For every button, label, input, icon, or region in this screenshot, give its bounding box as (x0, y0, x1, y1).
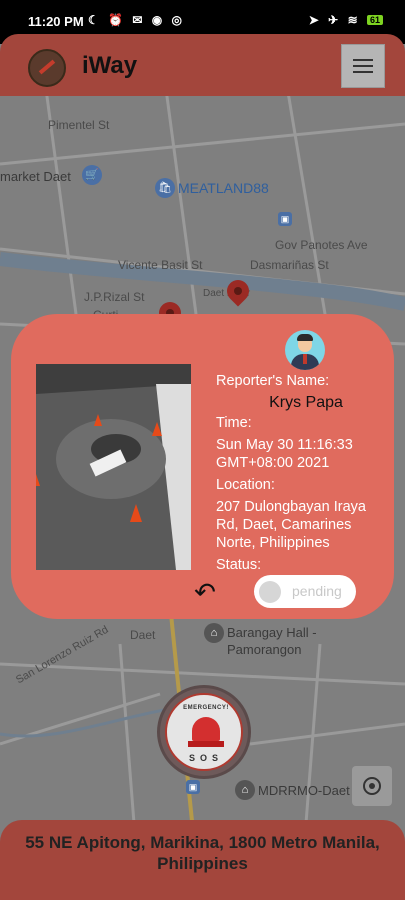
map-label-supermarket: market Daet (0, 169, 71, 184)
hamburger-icon (353, 59, 373, 61)
signal-icons: ➤ ✈ ≋ (308, 13, 361, 27)
status-label: Status: (216, 557, 262, 573)
siren-base (188, 741, 224, 747)
my-location-button[interactable] (352, 766, 392, 806)
battery-icon: 61 (366, 15, 383, 25)
map-label-mdrrmo: MDRRMO-Daet (258, 783, 350, 798)
sos-button[interactable]: EMERGENCY! SOS (160, 688, 248, 776)
map-label-jp-rizal: J.P.Rizal St (84, 290, 145, 304)
reporter-name-label: Reporter's Name: (216, 373, 330, 389)
menu-button[interactable] (341, 44, 385, 88)
system-icons: ➤ ✈ ≋ 61 (309, 13, 383, 27)
location-value: 207 Dulongbayan Iraya Rd, Daet, Camarine… (216, 499, 366, 551)
bottom-address-bar: 55 NE Apitong, Marikina, 1800 Metro Mani… (0, 820, 405, 900)
app-title: iWay (82, 52, 138, 79)
government-building-icon[interactable]: ⌂ (235, 780, 255, 800)
bus-stop-icon[interactable]: ▣ (186, 780, 200, 794)
sos-emergency-text: EMERGENCY! (183, 705, 229, 711)
report-info: Reporter's Name: Krys Papa Time: Sun May… (216, 372, 386, 578)
shopping-bag-icon[interactable]: 🛍 (155, 178, 175, 198)
reporter-avatar (285, 330, 325, 370)
status-value: pending (292, 583, 342, 599)
map-label-pimentel: Pimentel St (48, 118, 110, 132)
status-toggle[interactable]: pending (254, 575, 356, 608)
report-photo[interactable] (36, 364, 191, 570)
bus-stop-icon[interactable]: ▣ (278, 212, 292, 226)
app-logo (28, 49, 66, 87)
time-label: Time: (216, 415, 252, 431)
map-label-vicente-basit: Vicente Basit St (118, 258, 203, 272)
time-value: Sun May 30 11:16:33 GMT+08:00 2021 (216, 437, 353, 471)
crosshair-icon (363, 777, 381, 795)
pothole-photo-image (36, 364, 191, 570)
hamburger-icon (353, 71, 373, 73)
sos-text: SOS (188, 753, 223, 763)
reporter-name: Krys Papa (269, 394, 343, 411)
map-label-dasmarinas: Dasmariñas St (250, 258, 329, 272)
shopping-cart-icon[interactable]: 🛒 (82, 165, 102, 185)
report-card: Reporter's Name: Krys Papa Time: Sun May… (11, 314, 394, 619)
map-label-daet: Daet (130, 628, 156, 642)
map-label-gov-panotes: Gov Panotes Ave (275, 238, 368, 252)
app-bar: iWay (0, 34, 405, 96)
toggle-knob (259, 581, 281, 603)
map-label-meatland: MEATLAND88 (178, 180, 269, 196)
status-time: 11:20 PM (28, 14, 84, 29)
map-label-barangay-hall: Barangay Hall - Pamorangon (227, 625, 317, 657)
hamburger-icon (353, 65, 373, 67)
government-building-icon[interactable]: ⌂ (204, 623, 224, 643)
location-label: Location: (216, 477, 275, 493)
back-arrow-icon[interactable]: ↶ (189, 577, 221, 607)
siren-icon (192, 717, 220, 741)
sos-badge: EMERGENCY! SOS (165, 693, 243, 771)
current-address: 55 NE Apitong, Marikina, 1800 Metro Mani… (25, 833, 380, 873)
notification-icons: ☾ ⏰ ✉ ◉ ◎ (88, 13, 186, 27)
